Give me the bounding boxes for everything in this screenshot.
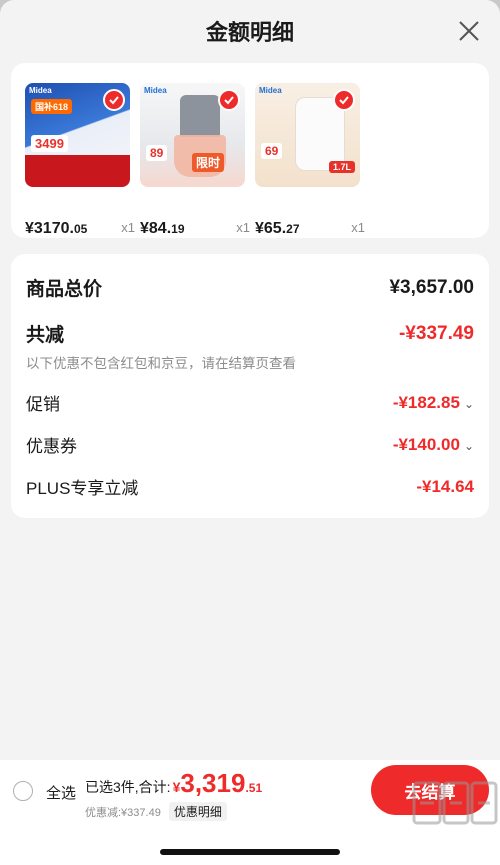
discount-note: 以下优惠不包含红包和京豆，请在结算页查看 — [26, 356, 296, 371]
product-item[interactable]: Midea 国补618 3499 ¥3170. 05 x1 — [25, 83, 135, 237]
product-tag: 89 — [146, 145, 168, 161]
total-reduction-row: 共减 -¥337.49 — [26, 320, 474, 347]
plus-discount-row: PLUS专享立减 -¥14.64 — [26, 474, 474, 499]
coupon-value: -¥140.00 ⌄ — [392, 434, 474, 454]
selected-check-icon — [218, 89, 240, 111]
product-price: ¥84. 19 x1 — [140, 220, 250, 237]
selected-count-text: 已选3件,合计: — [85, 779, 171, 795]
discount-summary: 优惠减:¥337.49 优惠明细 — [85, 802, 227, 821]
select-all-radio[interactable] — [13, 781, 33, 801]
product-image: Midea 89 限时 — [140, 83, 245, 187]
selected-check-icon — [333, 89, 355, 111]
sheet-header: 金额明细 — [0, 0, 500, 62]
summary-card: 商品总价 ¥3,657.00 共减 -¥337.49 以下优惠不包含红包和京豆，… — [11, 254, 489, 518]
plus-discount-label: PLUS专享立减 — [26, 479, 139, 498]
product-item[interactable]: Midea 89 限时 ¥84. 19 x1 — [140, 83, 250, 237]
coupon-row[interactable]: 优惠券 -¥140.00 ⌄ — [26, 432, 474, 457]
amount-detail-sheet: 金额明细 Midea 国补618 3499 ¥3170. 05 x1 Midea… — [0, 0, 500, 760]
total-amount-integer: 3,319 — [180, 768, 246, 798]
promotion-label: 促销 — [26, 395, 60, 414]
product-tag: 69 — [261, 143, 283, 159]
select-all-label[interactable]: 全选 — [46, 782, 76, 803]
brand-logo: Midea — [29, 86, 52, 95]
product-tag: 3499 — [31, 135, 68, 152]
discount-detail-link[interactable]: 优惠明细 — [168, 802, 227, 821]
discount-amount: 优惠减:¥337.49 — [85, 806, 161, 819]
total-currency: ¥ — [172, 779, 181, 795]
product-item[interactable]: Midea 69 1.7L ¥65. 27 x1 — [255, 83, 365, 237]
total-reduction-label: 共减 — [26, 325, 65, 346]
product-quantity: x1 — [351, 220, 365, 235]
product-image: Midea 69 1.7L — [255, 83, 360, 187]
total-price-row: 商品总价 ¥3,657.00 — [26, 274, 474, 301]
close-button[interactable] — [456, 18, 482, 44]
total-amount-decimal: .51 — [245, 781, 263, 795]
product-quantity: x1 — [236, 220, 250, 235]
checkout-button[interactable]: 去结算 — [371, 765, 489, 815]
product-price: ¥65. 27 x1 — [255, 220, 365, 237]
promotion-row[interactable]: 促销 -¥182.85 ⌄ — [26, 390, 474, 415]
plus-discount-value: -¥14.64 — [416, 476, 474, 496]
product-promo: 国补618 — [31, 99, 73, 114]
checkout-bar: 全选 已选3件,合计: ¥ 3,319 .51 优惠减:¥337.49 优惠明细… — [0, 760, 500, 822]
product-quantity: x1 — [121, 220, 135, 235]
sheet-title: 金额明细 — [205, 20, 294, 45]
total-price-label: 商品总价 — [26, 279, 103, 300]
home-indicator[interactable] — [160, 849, 340, 855]
promotion-value: -¥182.85 ⌄ — [392, 392, 474, 412]
selected-check-icon — [103, 89, 125, 111]
selected-summary: 已选3件,合计: ¥ 3,319 .51 — [85, 768, 262, 799]
chevron-down-icon: ⌄ — [463, 396, 474, 411]
products-card: Midea 国补618 3499 ¥3170. 05 x1 Midea 89 限… — [11, 63, 489, 238]
chevron-down-icon: ⌄ — [463, 438, 474, 453]
product-promo: 1.7L — [329, 161, 356, 173]
product-promo: 限时 — [192, 153, 225, 172]
brand-logo: Midea — [259, 86, 282, 95]
close-icon — [459, 21, 479, 41]
total-reduction-value: -¥337.49 — [398, 322, 474, 344]
coupon-label: 优惠券 — [26, 437, 77, 456]
total-price-value: ¥3,657.00 — [389, 276, 474, 298]
product-image: Midea 国补618 3499 — [25, 83, 130, 187]
brand-logo: Midea — [144, 86, 167, 95]
home-area — [0, 822, 500, 865]
product-price: ¥3170. 05 x1 — [25, 220, 135, 237]
